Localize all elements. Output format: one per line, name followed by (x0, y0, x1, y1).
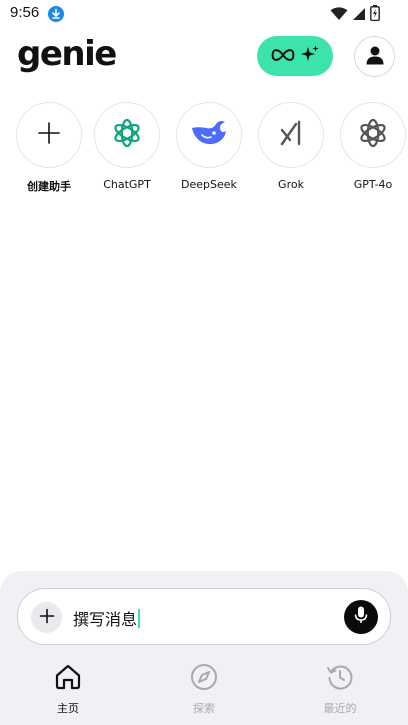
status-bar: 9:56 (0, 0, 408, 28)
signal-icon (352, 6, 366, 25)
wifi-icon (330, 6, 348, 25)
status-icons (330, 5, 380, 25)
app-logo: genie (17, 34, 117, 74)
nav-label: 主页 (57, 702, 79, 715)
text-cursor (138, 608, 141, 628)
history-icon (326, 663, 354, 695)
app-header: genie (0, 30, 408, 82)
plus-icon (37, 121, 61, 149)
assistant-gpt-4o[interactable]: GPT-4o (339, 102, 407, 191)
premium-button[interactable] (257, 36, 333, 76)
nav-home[interactable]: 主页 (28, 662, 108, 716)
assistant-avatar (176, 102, 242, 168)
openai-icon (109, 115, 145, 155)
nav-label: 最近的 (323, 702, 357, 715)
compass-icon (190, 663, 218, 695)
grok-icon (276, 118, 306, 152)
home-icon (54, 663, 82, 695)
openai-icon (355, 115, 391, 155)
bottom-nav: 主页 探索 最近的 (0, 662, 408, 722)
assistant-grok[interactable]: Grok (257, 102, 325, 191)
assistant-create[interactable]: 创建助手 (15, 102, 83, 194)
assistant-label: ChatGPT (103, 178, 151, 191)
microphone-icon (353, 606, 369, 628)
assistant-label: 创建助手 (27, 180, 71, 193)
assistant-avatar (16, 102, 82, 168)
nav-label: 探索 (193, 702, 215, 715)
assistant-label: GPT-4o (353, 178, 393, 191)
message-input-value: 撰写消息 (73, 610, 138, 629)
assistant-label: Grok (278, 178, 304, 191)
user-icon (365, 45, 385, 69)
nav-explore[interactable]: 探索 (164, 662, 244, 716)
assistant-row: 创建助手 ChatGPT DeepSeek Grok GPT-4o (0, 102, 408, 202)
voice-input-button[interactable] (344, 600, 378, 634)
nav-recent[interactable]: 最近的 (300, 662, 380, 716)
assistant-avatar (340, 102, 406, 168)
attach-button[interactable] (31, 602, 62, 633)
assistant-avatar (94, 102, 160, 168)
status-time: 9:56 (10, 4, 40, 21)
message-composer[interactable]: 撰写消息 (17, 588, 391, 645)
profile-button[interactable] (354, 36, 395, 77)
infinity-icon (270, 47, 296, 66)
message-input[interactable]: 撰写消息 (73, 606, 141, 630)
assistant-chatgpt[interactable]: ChatGPT (93, 102, 161, 191)
assistant-deepseek[interactable]: DeepSeek (175, 102, 243, 191)
download-icon (48, 6, 64, 22)
deepseek-whale-icon (190, 118, 228, 152)
sparkle-icon (300, 44, 320, 68)
battery-icon (370, 5, 380, 25)
plus-icon (39, 608, 55, 628)
assistant-label: DeepSeek (181, 178, 237, 191)
assistant-avatar (258, 102, 324, 168)
